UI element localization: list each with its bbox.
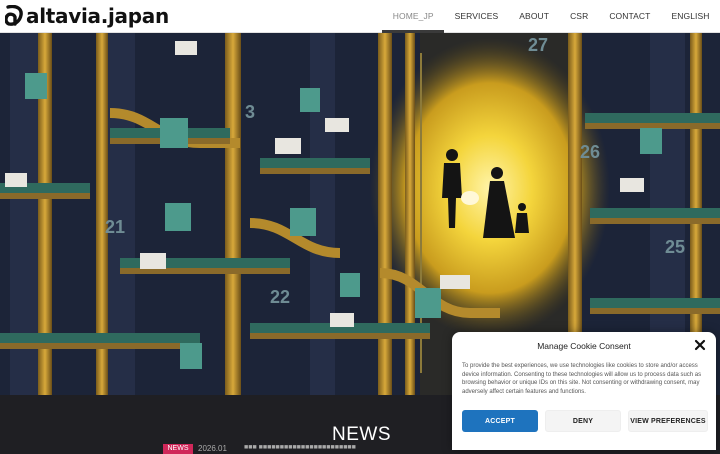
news-date: 2026.01	[198, 444, 227, 453]
accept-button[interactable]: ACCEPT	[462, 410, 538, 432]
nav-services[interactable]: SERVICES	[444, 0, 509, 33]
machine-number-25: 25	[665, 237, 685, 257]
cookie-consent-dialog: Manage Cookie Consent To provide the bes…	[452, 332, 716, 450]
site-header: altavia.japan HOME_JP SERVICES ABOUT CSR…	[0, 0, 720, 33]
cookie-dialog-title: Manage Cookie Consent	[537, 341, 631, 351]
main-nav: HOME_JP SERVICES ABOUT CSR CONTACT ENGLI…	[382, 0, 720, 33]
machine-number-21: 21	[105, 217, 125, 237]
machine-number-26: 26	[580, 142, 600, 162]
cookie-button-row: ACCEPT DENY VIEW PREFERENCES	[462, 410, 708, 432]
nav-contact[interactable]: CONTACT	[599, 0, 661, 33]
machine-number-27: 27	[528, 35, 548, 55]
nav-about[interactable]: ABOUT	[509, 0, 560, 33]
logo-text: altavia.japan	[26, 4, 169, 28]
nav-english[interactable]: ENGLISH	[661, 0, 720, 33]
view-preferences-button[interactable]: VIEW PREFERENCES	[628, 410, 708, 432]
logo-mark-icon	[5, 5, 23, 26]
nav-home-jp[interactable]: HOME_JP	[382, 0, 445, 33]
deny-button[interactable]: DENY	[545, 410, 621, 432]
site-logo[interactable]: altavia.japan	[5, 4, 169, 28]
news-heading: NEWS	[332, 424, 391, 445]
nav-csr[interactable]: CSR	[560, 0, 599, 33]
machine-number-3: 3	[245, 102, 255, 122]
machine-number-22: 22	[270, 287, 290, 307]
cookie-dialog-text: To provide the best experiences, we use …	[462, 363, 702, 395]
news-category-badge: NEWS	[163, 444, 193, 454]
close-icon[interactable]	[694, 339, 706, 351]
